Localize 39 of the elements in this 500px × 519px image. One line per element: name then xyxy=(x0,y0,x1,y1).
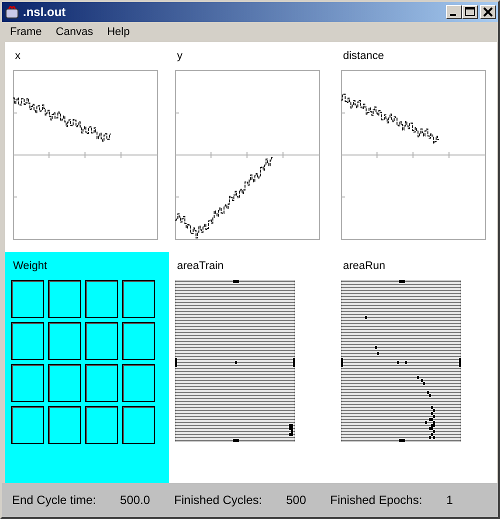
plot-title: y xyxy=(176,50,184,62)
weight-cell xyxy=(11,364,44,402)
panel-title: Weight xyxy=(12,260,48,272)
panel-title: areaTrain xyxy=(176,260,225,272)
weight-cell xyxy=(11,406,44,444)
close-icon xyxy=(483,7,493,17)
status-label: Finished Cycles: xyxy=(174,493,262,507)
weight-cell xyxy=(85,406,118,444)
weight-cell xyxy=(11,280,44,318)
weight-cell xyxy=(122,280,155,318)
plot-title: x xyxy=(14,50,22,62)
status-value: 500.0 xyxy=(120,493,150,507)
maximize-button[interactable] xyxy=(462,5,478,19)
close-button[interactable] xyxy=(480,5,496,19)
weight-cell xyxy=(122,406,155,444)
minimize-icon xyxy=(450,14,456,16)
weight-cell xyxy=(11,322,44,360)
status-label: Finished Epochs: xyxy=(330,493,422,507)
status-label: End Cycle time: xyxy=(12,493,96,507)
panel-title: areaRun xyxy=(342,260,386,272)
status-value: 500 xyxy=(286,493,306,507)
menu-item[interactable]: Help xyxy=(107,26,130,38)
minimize-button[interactable] xyxy=(446,5,462,19)
menu-item[interactable]: Frame xyxy=(10,26,42,38)
weight-cell xyxy=(48,364,81,402)
maximize-icon xyxy=(465,7,475,17)
weight-cell xyxy=(122,322,155,360)
weight-cell xyxy=(85,280,118,318)
plot-title: distance xyxy=(342,50,385,62)
weight-cell xyxy=(85,364,118,402)
weight-cell xyxy=(48,322,81,360)
menu-item[interactable]: Canvas xyxy=(56,26,94,38)
weight-cell xyxy=(122,364,155,402)
status-value: 1 xyxy=(446,493,453,507)
weight-cell xyxy=(85,322,118,360)
window-title: .nsl.out xyxy=(23,5,67,19)
weight-cell xyxy=(48,280,81,318)
app-icon xyxy=(4,4,20,20)
weight-cell xyxy=(48,406,81,444)
